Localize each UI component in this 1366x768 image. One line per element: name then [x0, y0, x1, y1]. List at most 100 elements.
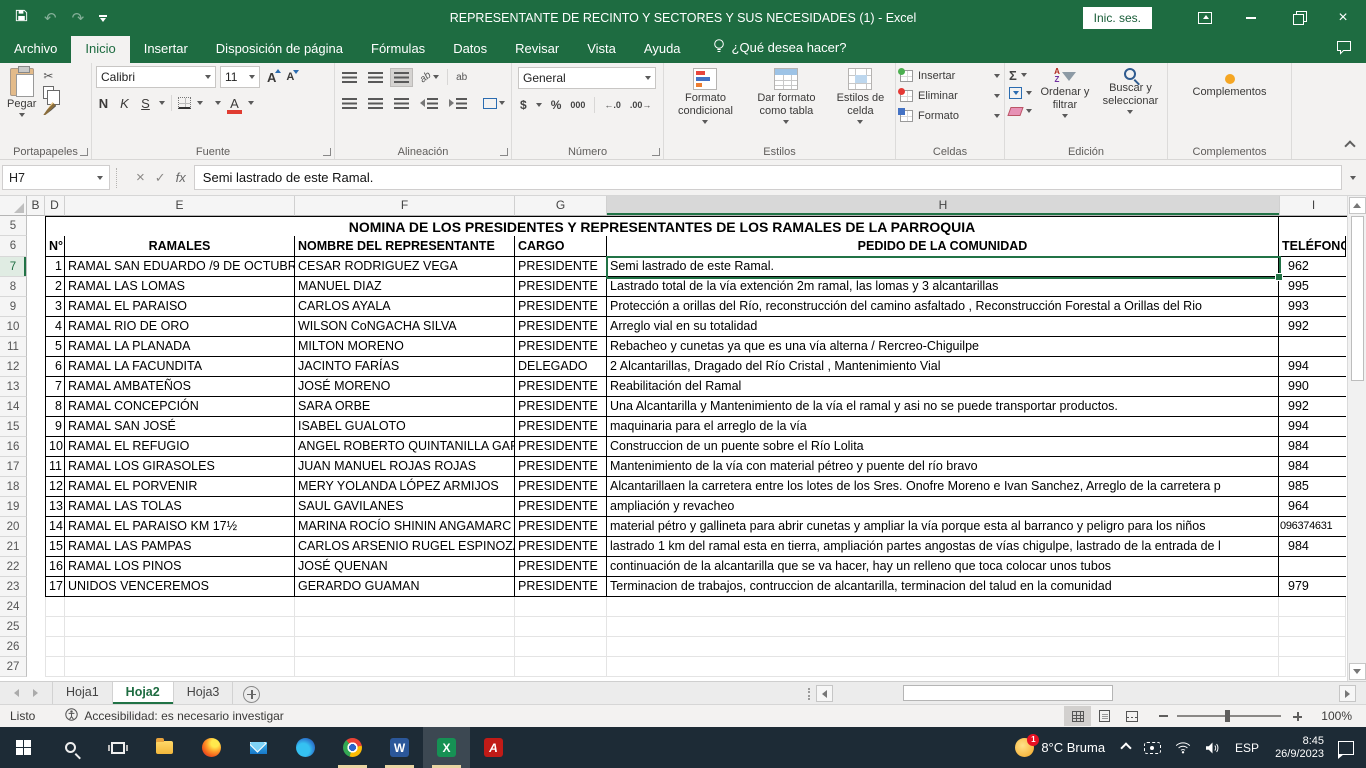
tab-insertar[interactable]: Insertar: [130, 36, 202, 63]
cell[interactable]: 995: [1279, 277, 1346, 297]
cell[interactable]: JOSÉ QUENAN: [295, 557, 515, 577]
clock[interactable]: 8:45 26/9/2023: [1267, 735, 1332, 761]
align-middle-button[interactable]: [365, 69, 386, 86]
insert-cells-button[interactable]: Insertar: [900, 66, 1000, 86]
font-color-button[interactable]: A: [227, 96, 242, 111]
cell[interactable]: 17: [45, 577, 65, 597]
zoom-slider-thumb[interactable]: [1225, 710, 1230, 722]
collapse-ribbon-icon[interactable]: [1346, 141, 1354, 153]
alineacion-dialog-launcher[interactable]: [500, 148, 508, 156]
find-select-button[interactable]: Buscar y seleccionar: [1098, 66, 1163, 142]
row-header-27[interactable]: 27: [0, 657, 27, 677]
bold-button[interactable]: N: [96, 96, 111, 111]
row-header-19[interactable]: 19: [0, 497, 27, 517]
cell[interactable]: material pétro y gallineta para abrir cu…: [607, 517, 1279, 537]
complementos-button[interactable]: Complementos: [1172, 66, 1287, 101]
delete-cells-button[interactable]: Eliminar: [900, 86, 1000, 106]
cell[interactable]: 9: [45, 417, 65, 437]
cell[interactable]: Protección a orillas del Río, reconstruc…: [607, 297, 1279, 317]
row-header-9[interactable]: 9: [0, 297, 27, 317]
cell[interactable]: RAMAL LOS GIRASOLES: [65, 457, 295, 477]
cell[interactable]: PRESIDENTE: [515, 337, 607, 357]
cell[interactable]: continuación de la alcantarilla que se v…: [607, 557, 1279, 577]
empty-cell[interactable]: [65, 657, 295, 677]
show-hidden-icons-button[interactable]: [1115, 744, 1137, 752]
cell[interactable]: PRESIDENTE: [515, 477, 607, 497]
cell-styles-button[interactable]: Estilos de celda: [830, 66, 891, 142]
cell[interactable]: SARA ORBE: [295, 397, 515, 417]
cell[interactable]: PRESIDENTE: [515, 557, 607, 577]
cell[interactable]: MANUEL DIAZ: [295, 277, 515, 297]
tab-vista[interactable]: Vista: [573, 36, 630, 63]
cell[interactable]: CARLOS AYALA: [295, 297, 515, 317]
row-header-10[interactable]: 10: [0, 317, 27, 337]
row-header-6[interactable]: 6: [0, 236, 27, 257]
table-header-cell[interactable]: NOMBRE DEL REPRESENTANTE: [295, 236, 515, 257]
cell[interactable]: RAMAL RIO DE ORO: [65, 317, 295, 337]
row-header-24[interactable]: 24: [0, 597, 27, 617]
cell[interactable]: RAMAL CONCEPCIÓN: [65, 397, 295, 417]
zoom-level[interactable]: 100%: [1314, 709, 1352, 723]
empty-cell[interactable]: [515, 657, 607, 677]
close-button[interactable]: ×: [1320, 0, 1366, 36]
cell[interactable]: PRESIDENTE: [515, 257, 607, 277]
previous-sheet-icon[interactable]: [14, 689, 19, 697]
cell[interactable]: CARLOS ARSENIO RUGEL ESPINOZA: [295, 537, 515, 557]
edge-button[interactable]: [282, 727, 329, 768]
empty-cell[interactable]: [1279, 617, 1346, 637]
cell[interactable]: PRESIDENTE: [515, 317, 607, 337]
wifi-icon[interactable]: [1168, 741, 1198, 754]
tab-formulas[interactable]: Fórmulas: [357, 36, 439, 63]
cell[interactable]: RAMAL EL PARAISO: [65, 297, 295, 317]
cell[interactable]: PRESIDENTE: [515, 277, 607, 297]
row-header-25[interactable]: 25: [0, 617, 27, 637]
copy-icon[interactable]: [43, 86, 54, 99]
format-as-table-button[interactable]: Dar formato como tabla: [745, 66, 828, 142]
cell[interactable]: 16: [45, 557, 65, 577]
row-header-23[interactable]: 23: [0, 577, 27, 597]
cell[interactable]: 992: [1279, 397, 1346, 417]
minimize-button[interactable]: [1228, 0, 1274, 36]
format-cells-button[interactable]: Formato: [900, 106, 1000, 126]
cell[interactable]: 14: [45, 517, 65, 537]
cell[interactable]: RAMAL AMBATEÑOS: [65, 377, 295, 397]
table-header-cell[interactable]: PEDIDO DE LA COMUNIDAD: [607, 236, 1279, 257]
conditional-format-button[interactable]: Formato condicional: [668, 66, 743, 142]
cell[interactable]: RAMAL LA PLANADA: [65, 337, 295, 357]
cell[interactable]: 15: [45, 537, 65, 557]
cell[interactable]: 994: [1279, 357, 1346, 377]
language-indicator[interactable]: ESP: [1227, 741, 1267, 755]
row-header-22[interactable]: 22: [0, 557, 27, 577]
next-sheet-icon[interactable]: [33, 689, 38, 697]
cell[interactable]: [1279, 557, 1346, 577]
page-break-view-button[interactable]: [1118, 706, 1145, 726]
table-header-cell[interactable]: RAMALES: [65, 236, 295, 257]
cell[interactable]: 11: [45, 457, 65, 477]
acrobat-button[interactable]: A: [470, 727, 517, 768]
cell[interactable]: 993: [1279, 297, 1346, 317]
cell[interactable]: RAMAL EL REFUGIO: [65, 437, 295, 457]
cell[interactable]: Reabilitación del Ramal: [607, 377, 1279, 397]
grow-font-button[interactable]: A: [264, 70, 279, 85]
mail-button[interactable]: [235, 727, 282, 768]
align-center-button[interactable]: [365, 95, 386, 112]
cell[interactable]: lastrado 1 km del ramal esta en tierra, …: [607, 537, 1279, 557]
row-header-11[interactable]: 11: [0, 337, 27, 357]
sign-in-button[interactable]: Inic. ses.: [1083, 7, 1152, 29]
cell[interactable]: 985: [1279, 477, 1346, 497]
chrome-button[interactable]: [329, 727, 376, 768]
align-top-button[interactable]: [339, 69, 360, 86]
cell[interactable]: MILTON MORENO: [295, 337, 515, 357]
empty-cell[interactable]: [295, 617, 515, 637]
table-header-cell[interactable]: TELÉFONO: [1279, 236, 1346, 257]
cell[interactable]: 7: [45, 377, 65, 397]
cell[interactable]: PRESIDENTE: [515, 417, 607, 437]
wrap-text-button[interactable]: ab: [453, 69, 470, 86]
cell[interactable]: JUAN MANUEL ROJAS ROJAS: [295, 457, 515, 477]
tab-inicio[interactable]: Inicio: [71, 36, 129, 63]
cancel-icon[interactable]: ×: [136, 169, 145, 186]
cell[interactable]: PRESIDENTE: [515, 397, 607, 417]
empty-cell[interactable]: [295, 637, 515, 657]
cell[interactable]: MERY YOLANDA LÓPEZ ARMIJOS: [295, 477, 515, 497]
table-header-cell[interactable]: CARGO: [515, 236, 607, 257]
